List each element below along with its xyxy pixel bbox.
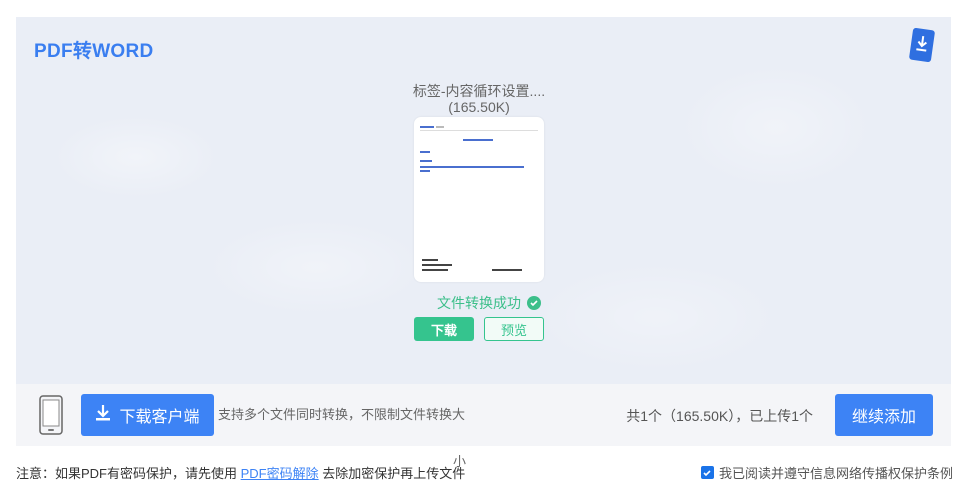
agreement-checkbox[interactable]	[700, 466, 714, 479]
status-text: 文件转换成功	[437, 295, 521, 311]
mobile-phone-icon	[38, 395, 64, 435]
download-arrow-icon	[95, 404, 111, 427]
footer-note: 注意：如果PDF有密码保护，请先使用 PDF密码解除 去除加密保护再上传文件	[16, 463, 465, 482]
pdf-password-remove-link[interactable]: PDF密码解除	[241, 466, 319, 481]
support-text: 支持多个文件同时转换，不限制文件转换大 小	[218, 404, 466, 469]
file-thumbnail[interactable]	[414, 117, 544, 282]
download-button[interactable]: 下载	[414, 317, 474, 341]
support-text-line1: 支持多个文件同时转换，不限制文件转换大	[218, 407, 466, 422]
footer-note-prefix: 注意：如果PDF有密码保护，请先使用	[16, 466, 241, 481]
continue-add-button[interactable]: 继续添加	[835, 394, 933, 436]
check-circle-icon	[527, 296, 541, 310]
preview-button[interactable]: 预览	[484, 317, 544, 341]
app-title: PDF转WORD	[34, 41, 154, 62]
footer-note-suffix: 去除加密保护再上传文件	[318, 466, 466, 481]
agreement-label: 我已阅读并遵守信息网络传播权保护条例	[718, 466, 953, 481]
upload-count: 共1个（165.50K），已上传1个	[626, 408, 813, 424]
download-client-button[interactable]: 下载客户端	[81, 394, 214, 436]
file-name: 标签-内容循环设置....	[412, 83, 546, 99]
download-client-label: 下载客户端	[119, 409, 200, 426]
file-size: (165.50K)	[448, 99, 510, 115]
download-badge-icon[interactable]	[909, 27, 935, 63]
agreement[interactable]: 我已阅读并遵守信息网络传播权保护条例	[700, 463, 953, 482]
conversion-status: 文件转换成功	[404, 294, 574, 312]
